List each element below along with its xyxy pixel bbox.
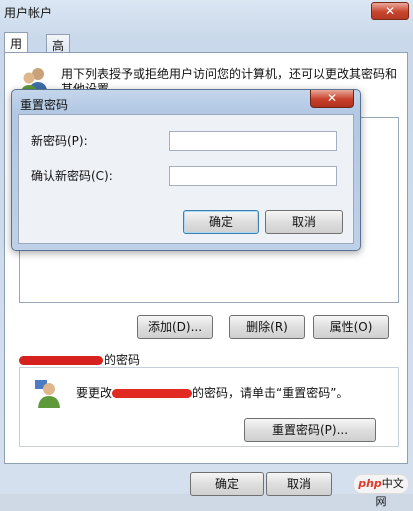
watermark: php中文网: [353, 474, 409, 508]
properties-button[interactable]: 属性(O): [313, 315, 389, 339]
reset-password-dialog: 重置密码 ✕ 新密码(P): 确认新密码(C): 确定 取消: [11, 89, 361, 251]
password-groupbox: 要更改 的密码，请单击“重置密码”。 重置密码(P)...: [19, 367, 399, 447]
password-section-title: 的密码: [19, 351, 140, 368]
cancel-button[interactable]: 取消: [266, 472, 332, 496]
dialog-title: 重置密码: [20, 98, 69, 112]
dialog-cancel-button[interactable]: 取消: [265, 210, 343, 234]
user-icon: [34, 378, 62, 411]
tab-advanced[interactable]: 高级: [46, 34, 71, 70]
reset-instruction: 要更改 的密码，请单击“重置密码”。: [76, 384, 348, 401]
add-user-button[interactable]: 添加(D)...: [137, 315, 213, 339]
window-titlebar[interactable]: 用户帐户 ✕: [0, 0, 413, 24]
password-section-suffix: 的密码: [104, 353, 141, 367]
reset-text-before: 要更改: [76, 386, 113, 400]
dialog-ok-button[interactable]: 确定: [183, 210, 259, 234]
new-password-label: 新密码(P):: [31, 134, 88, 148]
confirm-password-field[interactable]: [169, 166, 337, 186]
dialog-body: 新密码(P): 确认新密码(C): 确定 取消: [18, 114, 354, 244]
reset-password-button[interactable]: 重置密码(P)...: [244, 418, 376, 442]
window-title: 用户帐户: [4, 6, 53, 20]
window-close-button[interactable]: ✕: [371, 2, 409, 20]
watermark-brand: php: [358, 477, 382, 490]
redacted-username-2: [112, 389, 193, 398]
dialog-close-button[interactable]: ✕: [310, 90, 354, 108]
ok-button[interactable]: 确定: [190, 472, 264, 496]
delete-user-button[interactable]: 删除(R): [229, 315, 305, 339]
confirm-password-label: 确认新密码(C):: [31, 169, 113, 183]
reset-text-after: 的密码，请单击“重置密码”。: [192, 386, 349, 400]
tab-users[interactable]: 用户: [4, 32, 29, 68]
redacted-username: [19, 356, 103, 365]
footer-bar: 确定 取消: [0, 466, 413, 496]
new-password-field[interactable]: [169, 131, 337, 151]
